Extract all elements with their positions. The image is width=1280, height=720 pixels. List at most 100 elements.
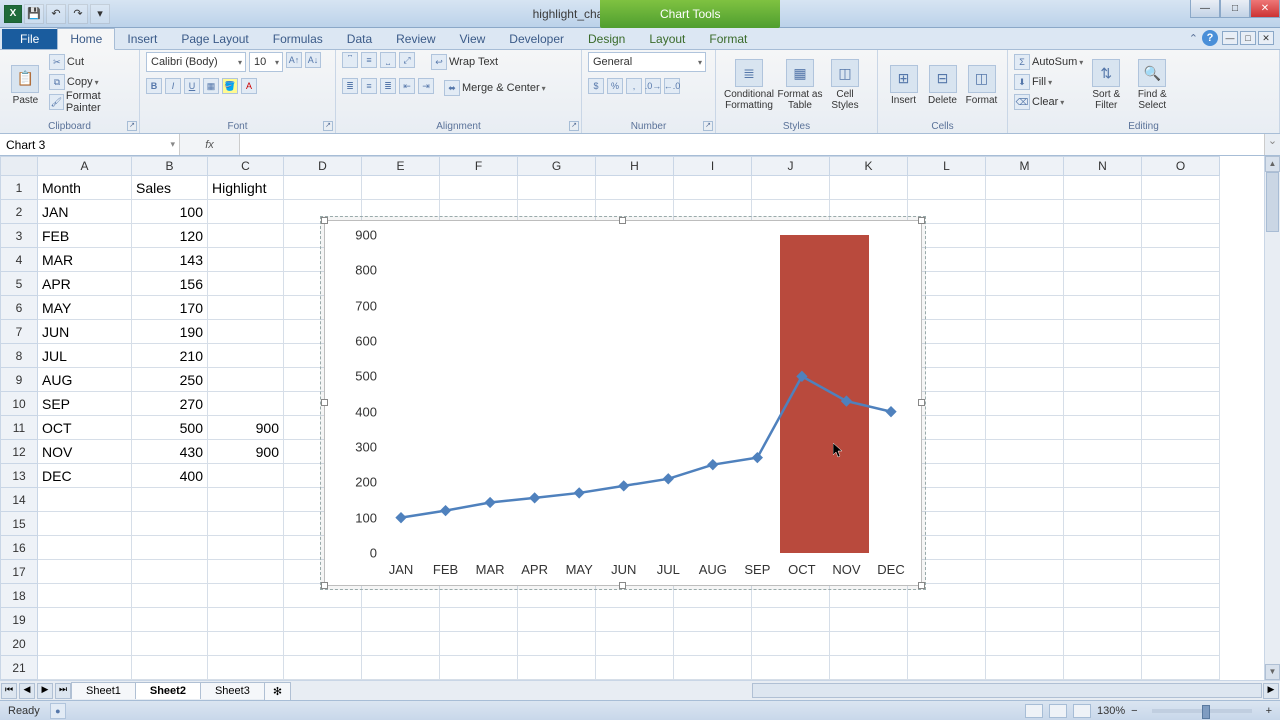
tab-page-layout[interactable]: Page Layout	[169, 29, 260, 49]
prev-sheet-button[interactable]: ◀	[19, 683, 35, 699]
cell[interactable]: Highlight	[208, 176, 284, 200]
row-header[interactable]: 10	[0, 392, 38, 416]
tab-view[interactable]: View	[448, 29, 498, 49]
cell[interactable]	[208, 224, 284, 248]
cell[interactable]	[1142, 200, 1220, 224]
cell[interactable]	[1064, 248, 1142, 272]
cell[interactable]	[674, 656, 752, 680]
zoom-out-button[interactable]: −	[1131, 705, 1137, 717]
next-sheet-button[interactable]: ▶	[37, 683, 53, 699]
cell[interactable]	[752, 176, 830, 200]
page-layout-view-button[interactable]	[1049, 704, 1067, 718]
cell[interactable]: Sales	[132, 176, 208, 200]
cell[interactable]	[38, 488, 132, 512]
cell[interactable]	[830, 608, 908, 632]
cell[interactable]	[1142, 512, 1220, 536]
cell[interactable]	[1064, 368, 1142, 392]
cell[interactable]	[284, 176, 362, 200]
cell[interactable]: 250	[132, 368, 208, 392]
decrease-indent-icon[interactable]: ⇤	[399, 78, 415, 94]
cell[interactable]: FEB	[38, 224, 132, 248]
cell[interactable]	[1064, 176, 1142, 200]
cell[interactable]: 170	[132, 296, 208, 320]
cell[interactable]: 400	[132, 464, 208, 488]
resize-handle[interactable]	[619, 582, 626, 589]
cell[interactable]: SEP	[38, 392, 132, 416]
workbook-minimize-button[interactable]: —	[1222, 31, 1238, 45]
cell[interactable]	[986, 536, 1064, 560]
format-cells-button[interactable]: ◫Format	[962, 52, 1001, 118]
cell[interactable]	[1064, 656, 1142, 680]
cell[interactable]	[1064, 632, 1142, 656]
cell[interactable]: 430	[132, 440, 208, 464]
cell[interactable]	[986, 272, 1064, 296]
cell[interactable]	[986, 200, 1064, 224]
close-button[interactable]: ✕	[1250, 0, 1280, 18]
redo-icon[interactable]: ↷	[68, 4, 88, 24]
copy-button[interactable]: ⧉Copy ▾	[49, 72, 133, 92]
cell[interactable]	[1064, 464, 1142, 488]
cell[interactable]	[1142, 536, 1220, 560]
cell[interactable]	[830, 632, 908, 656]
workbook-restore-button[interactable]: □	[1240, 31, 1256, 45]
cell[interactable]: 210	[132, 344, 208, 368]
cell[interactable]	[208, 536, 284, 560]
cut-button[interactable]: ✂Cut	[49, 52, 133, 72]
cell[interactable]	[1064, 296, 1142, 320]
cell[interactable]	[986, 248, 1064, 272]
cell[interactable]	[908, 632, 986, 656]
save-icon[interactable]: 💾	[24, 4, 44, 24]
format-as-table-button[interactable]: ▦Format as Table	[776, 52, 824, 118]
cell[interactable]	[830, 656, 908, 680]
help-icon[interactable]: ?	[1202, 30, 1218, 46]
resize-handle[interactable]	[321, 582, 328, 589]
cell[interactable]	[986, 608, 1064, 632]
row-header[interactable]: 5	[0, 272, 38, 296]
cell[interactable]	[1142, 440, 1220, 464]
cell[interactable]	[362, 632, 440, 656]
cell-styles-button[interactable]: ◫Cell Styles	[824, 52, 866, 118]
row-header[interactable]: 7	[0, 320, 38, 344]
cell[interactable]	[1142, 488, 1220, 512]
undo-icon[interactable]: ↶	[46, 4, 66, 24]
cell[interactable]	[674, 632, 752, 656]
cell[interactable]	[1142, 224, 1220, 248]
font-name-select[interactable]: Calibri (Body)	[146, 52, 246, 72]
row-header[interactable]: 19	[0, 608, 38, 632]
cell[interactable]	[1064, 536, 1142, 560]
cell[interactable]	[1142, 368, 1220, 392]
cell[interactable]	[1064, 416, 1142, 440]
cell[interactable]	[908, 176, 986, 200]
font-launcher[interactable]: ↗	[323, 121, 333, 131]
cell[interactable]	[596, 656, 674, 680]
cell[interactable]	[986, 320, 1064, 344]
bold-button[interactable]: B	[146, 78, 162, 94]
row-header[interactable]: 1	[0, 176, 38, 200]
delete-cells-button[interactable]: ⊟Delete	[923, 52, 962, 118]
cell[interactable]: DEC	[38, 464, 132, 488]
column-header[interactable]: M	[986, 156, 1064, 176]
cell[interactable]	[518, 176, 596, 200]
cell[interactable]	[1064, 488, 1142, 512]
cell[interactable]	[986, 368, 1064, 392]
fx-icon[interactable]: fx	[180, 134, 240, 155]
cell[interactable]	[132, 536, 208, 560]
cell[interactable]	[208, 296, 284, 320]
tab-home[interactable]: Home	[57, 28, 115, 50]
sheet-tab-2[interactable]: Sheet2	[135, 682, 201, 699]
cell[interactable]	[208, 488, 284, 512]
plot-area[interactable]: 0100200300400500600700800900JANFEBMARAPR…	[381, 235, 911, 553]
cell[interactable]	[132, 632, 208, 656]
increase-decimal-icon[interactable]: .0→	[645, 78, 661, 94]
cell[interactable]	[1142, 656, 1220, 680]
column-header[interactable]: O	[1142, 156, 1220, 176]
resize-handle[interactable]	[321, 217, 328, 224]
scroll-thumb[interactable]	[1266, 172, 1279, 232]
new-sheet-button[interactable]: ✻	[264, 682, 291, 700]
resize-handle[interactable]	[321, 399, 328, 406]
tab-developer[interactable]: Developer	[497, 29, 576, 49]
row-header[interactable]: 13	[0, 464, 38, 488]
first-sheet-button[interactable]: ⏮	[1, 683, 17, 699]
cell[interactable]	[208, 632, 284, 656]
cell[interactable]	[38, 512, 132, 536]
